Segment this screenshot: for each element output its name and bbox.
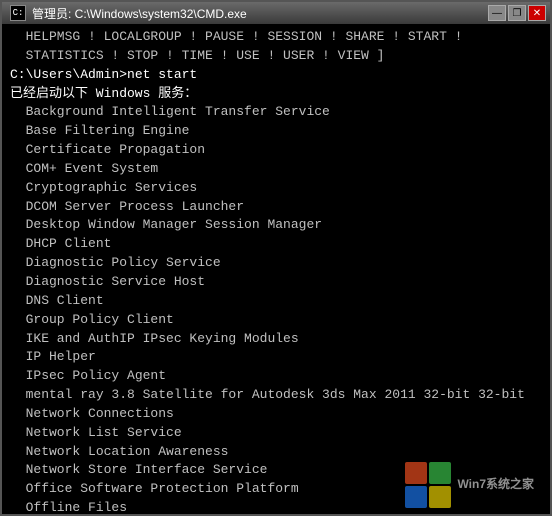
terminal-inner: HELPMSG ! LOCALGROUP ! PAUSE ! SESSION !… [10,28,542,510]
minimize-button[interactable]: — [488,5,506,21]
terminal-line: IKE and AuthIP IPsec Keying Modules [10,330,542,349]
terminal-line: Network List Service [10,424,542,443]
terminal-line: C:\Users\Admin>net start [10,66,542,85]
terminal-line: COM+ Event System [10,160,542,179]
cmd-window: C: 管理员: C:\Windows\system32\CMD.exe — ❐ … [0,0,552,516]
terminal-line: Certificate Propagation [10,141,542,160]
window-title: 管理员: C:\Windows\system32\CMD.exe [32,5,247,22]
terminal-lines: HELPMSG ! LOCALGROUP ! PAUSE ! SESSION !… [10,28,542,514]
terminal-line: STATISTICS ! STOP ! TIME ! USE ! USER ! … [10,47,542,66]
terminal-line: Desktop Window Manager Session Manager [10,216,542,235]
terminal-line: Diagnostic Policy Service [10,254,542,273]
watermark-text: Win7系统之家 [457,477,534,493]
terminal-line: HELPMSG ! LOCALGROUP ! PAUSE ! SESSION !… [10,28,542,47]
terminal-line: DNS Client [10,292,542,311]
terminal-line: IP Helper [10,348,542,367]
title-bar-left: C: 管理员: C:\Windows\system32\CMD.exe [10,5,247,22]
win7-logo [403,460,453,510]
terminal-line: Background Intelligent Transfer Service [10,103,542,122]
terminal-line: DCOM Server Process Launcher [10,198,542,217]
terminal-line: Diagnostic Service Host [10,273,542,292]
terminal-content: HELPMSG ! LOCALGROUP ! PAUSE ! SESSION !… [2,24,550,514]
title-bar: C: 管理员: C:\Windows\system32\CMD.exe — ❐ … [2,2,550,24]
terminal-line: Base Filtering Engine [10,122,542,141]
cmd-icon: C: [10,5,26,21]
terminal-line: mental ray 3.8 Satellite for Autodesk 3d… [10,386,542,405]
close-button[interactable]: ✕ [528,5,546,21]
title-buttons: — ❐ ✕ [488,5,546,21]
terminal-line: Network Location Awareness [10,443,542,462]
terminal-line: Group Policy Client [10,311,542,330]
terminal-line: 已经启动以下 Windows 服务： [10,85,542,104]
terminal-line: Cryptographic Services [10,179,542,198]
terminal-line: DHCP Client [10,235,542,254]
terminal-line: IPsec Policy Agent [10,367,542,386]
watermark: Win7系统之家 [403,460,534,510]
terminal-line: Network Connections [10,405,542,424]
restore-button[interactable]: ❐ [508,5,526,21]
